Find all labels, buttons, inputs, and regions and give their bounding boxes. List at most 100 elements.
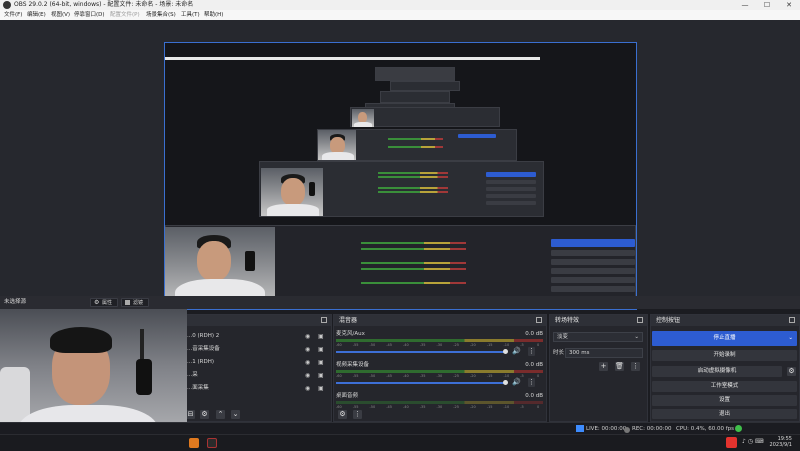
volume-slider-handle[interactable]	[503, 380, 508, 385]
source-item[interactable]: ...1 (RDH) ◉ ▣	[187, 357, 327, 368]
preview-area[interactable]	[0, 20, 800, 310]
meter-tick-label: -30	[436, 374, 443, 378]
lock-icon[interactable]: ▣	[318, 346, 324, 353]
controls-title: 控制按钮	[656, 317, 681, 324]
mixer-channel-name: 视频采集设备	[336, 362, 370, 368]
meter-tick-label: 0	[537, 405, 540, 409]
menu-scene-collection[interactable]: 场景集合(S)	[146, 11, 176, 19]
eye-icon[interactable]: ◉	[305, 359, 310, 366]
menu-docks[interactable]: 停靠窗口(D)	[74, 11, 105, 19]
source-name: ...采	[187, 372, 198, 378]
undock-icon[interactable]	[789, 317, 795, 323]
lock-icon[interactable]: ▣	[318, 372, 324, 379]
remove-source-button[interactable]: ⊟	[186, 410, 195, 419]
channel-menu-button[interactable]: ⋮	[528, 347, 535, 356]
source-item[interactable]: ...采 ◉ ▣	[187, 370, 327, 381]
chevron-down-icon[interactable]: ⌄	[788, 331, 793, 346]
lock-icon[interactable]: ▣	[318, 385, 324, 392]
duration-value: 300 ms	[569, 350, 590, 356]
move-up-button[interactable]: ⌃	[216, 410, 225, 419]
meter-tick-label: -45	[386, 374, 392, 378]
obs-taskbar-icon[interactable]	[207, 438, 217, 448]
source-name: ...0 (RDH) 2	[187, 333, 220, 339]
eye-icon[interactable]: ◉	[305, 333, 310, 340]
volume-slider[interactable]	[336, 351, 506, 353]
source-item[interactable]: ...0 (RDH) 2 ◉ ▣	[187, 331, 327, 342]
advanced-audio-button[interactable]: ⚙	[338, 410, 347, 419]
source-name: ...面采集	[187, 385, 209, 391]
source-settings-button[interactable]: ⚙	[200, 410, 209, 419]
undock-icon[interactable]	[637, 317, 643, 323]
mixer-channel-name: 桌面音频	[336, 393, 359, 399]
meter-tick-label: -55	[352, 343, 359, 347]
close-button[interactable]: ✕	[778, 0, 800, 10]
undock-icon[interactable]	[536, 317, 542, 323]
mixer-header: 混音器	[334, 315, 546, 326]
source-toolbar: 未选择源 ⚙ 属性 滤镜	[0, 296, 800, 309]
nested-webcam-2	[318, 130, 356, 160]
lock-icon[interactable]: ▣	[318, 359, 324, 366]
properties-button[interactable]: ⚙ 属性	[90, 298, 118, 307]
mixer-title: 混音器	[339, 317, 358, 324]
menu-file[interactable]: 文件(F)	[4, 11, 22, 19]
menu-view[interactable]: 视图(V)	[51, 11, 70, 19]
tray-icons[interactable]: ♪ ◷ ⌨	[742, 438, 764, 446]
meter-tick-label: -50	[369, 405, 376, 409]
meter-tick-label: -50	[369, 374, 376, 378]
eye-icon[interactable]: ◉	[305, 346, 310, 353]
lock-icon[interactable]: ▣	[318, 333, 324, 340]
volume-slider[interactable]	[336, 382, 506, 384]
meter-tick-label: -60	[336, 374, 342, 378]
meter-tick-label: -25	[453, 374, 459, 378]
eye-icon[interactable]: ◉	[305, 385, 310, 392]
filters-button[interactable]: 滤镜	[121, 298, 149, 307]
menu-profile[interactable]: 配置文件(P)	[110, 11, 140, 19]
preview-canvas[interactable]	[164, 42, 637, 310]
source-item[interactable]: ...音采集设备 ◉ ▣	[187, 344, 327, 355]
duration-spinbox[interactable]: 300 ms	[565, 348, 643, 358]
meter-tick-label: -35	[419, 405, 426, 409]
minimize-button[interactable]: —	[734, 0, 756, 10]
settings-button[interactable]: 设置	[652, 395, 797, 406]
rec-icon	[624, 427, 630, 433]
meter-ticks: -60 -55 -50 -45 -40 -35 -30 -25 -20 -15 -10 -5 0	[336, 405, 543, 410]
maximize-button[interactable]: ☐	[756, 0, 778, 10]
meter-tick-label: -30	[436, 343, 443, 347]
start-virtual-camera-button[interactable]: 启动虚拟摄像机	[652, 366, 782, 377]
source-item[interactable]: ...面采集 ◉ ▣	[187, 383, 327, 394]
start-recording-button[interactable]: 开始录制	[652, 350, 797, 361]
add-transition-button[interactable]: +	[599, 362, 608, 371]
virtual-camera-settings-button[interactable]: ⚙	[787, 367, 796, 376]
meter-tick-label: -60	[336, 343, 342, 347]
eye-icon[interactable]: ◉	[305, 372, 310, 379]
studio-mode-button[interactable]: 工作室模式	[652, 381, 797, 392]
transition-menu-button[interactable]: ⋮	[631, 362, 640, 371]
speaker-icon[interactable]: 🔊	[512, 379, 521, 386]
undock-icon[interactable]	[321, 317, 327, 323]
channel-menu-button[interactable]: ⋮	[528, 378, 535, 387]
mixer-menu-button[interactable]: ⋮	[353, 410, 362, 419]
taskbar-app-icon[interactable]	[189, 438, 199, 448]
exit-button[interactable]: 退出	[652, 409, 797, 419]
transition-type-select[interactable]: 淡变 ⌄	[553, 332, 643, 342]
menu-edit[interactable]: 编辑(E)	[27, 11, 46, 19]
dropdown-icon: ⌄	[634, 334, 639, 340]
delete-transition-button[interactable]: 🗑	[615, 362, 624, 371]
live-icon	[576, 425, 584, 432]
input-method-icon[interactable]	[726, 437, 737, 448]
meter-tick-label: -50	[369, 343, 376, 347]
menu-help[interactable]: 帮助(H)	[204, 11, 223, 19]
mixer-channel-db: 0.0 dB	[525, 362, 543, 368]
speaker-icon[interactable]: 🔊	[512, 348, 521, 355]
move-down-button[interactable]: ⌄	[231, 410, 240, 419]
clock[interactable]: 19:55 2023/9/1	[770, 436, 792, 448]
volume-slider-handle[interactable]	[503, 349, 508, 354]
nested-window-strip	[165, 57, 540, 60]
menu-tools[interactable]: 工具(T)	[181, 11, 200, 19]
rec-time: REC: 00:00:00	[632, 426, 672, 432]
stop-streaming-button[interactable]: 停止直播 ⌄	[652, 331, 797, 346]
meter-tick-label: -40	[403, 405, 409, 409]
meter-tick-label: -20	[470, 374, 476, 378]
nested-level-2	[390, 81, 460, 91]
controls-header: 控制按钮	[651, 315, 799, 326]
